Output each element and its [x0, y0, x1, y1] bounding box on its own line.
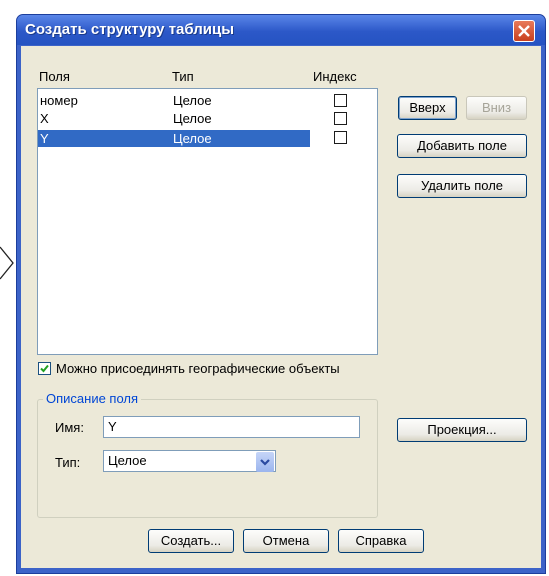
close-button[interactable] [513, 20, 535, 42]
field-type: Целое [173, 111, 212, 126]
fields-list[interactable]: номер Целое X Целое Y Целое [37, 88, 378, 355]
field-name-input[interactable]: Y [103, 416, 360, 438]
field-type: Целое [173, 93, 212, 108]
chevron-down-icon [260, 459, 270, 466]
name-label: Имя: [55, 420, 84, 435]
checkmark-icon [40, 364, 49, 373]
move-down-button[interactable]: Вниз [466, 96, 527, 120]
arrow-right-icon [0, 246, 14, 280]
field-name: X [40, 111, 49, 126]
column-header-index: Индекс [313, 69, 357, 84]
index-checkbox-2[interactable] [334, 131, 347, 144]
column-header-fields: Поля [39, 69, 70, 84]
column-header-type: Тип [172, 69, 194, 84]
geo-objects-checkbox[interactable] [38, 362, 51, 375]
field-name: номер [40, 93, 78, 108]
field-type-select[interactable]: Целое [103, 450, 276, 472]
geo-objects-label: Можно присоединять географические объект… [56, 361, 340, 376]
move-up-button[interactable]: Вверх [398, 96, 457, 120]
field-row-0[interactable]: номер Целое [38, 92, 310, 109]
field-type: Целое [173, 131, 212, 146]
create-button[interactable]: Создать... [148, 529, 234, 553]
index-checkbox-1[interactable] [334, 112, 347, 125]
field-type-value: Целое [108, 453, 147, 468]
field-row-1[interactable]: X Целое [38, 110, 310, 127]
window-title: Создать структуру таблицы [25, 21, 235, 38]
field-name: Y [40, 131, 49, 146]
field-row-2-selected[interactable]: Y Целое [38, 130, 310, 147]
index-checkbox-0[interactable] [334, 94, 347, 107]
close-icon [518, 25, 530, 37]
add-field-button[interactable]: Добавить поле [397, 134, 527, 158]
projection-button[interactable]: Проекция... [397, 418, 527, 442]
cancel-button[interactable]: Отмена [243, 529, 329, 553]
field-description-title: Описание поля [43, 391, 142, 406]
type-label: Тип: [55, 455, 81, 470]
help-button[interactable]: Справка [338, 529, 424, 553]
remove-field-button[interactable]: Удалить поле [397, 174, 527, 198]
dropdown-button[interactable] [256, 452, 274, 472]
